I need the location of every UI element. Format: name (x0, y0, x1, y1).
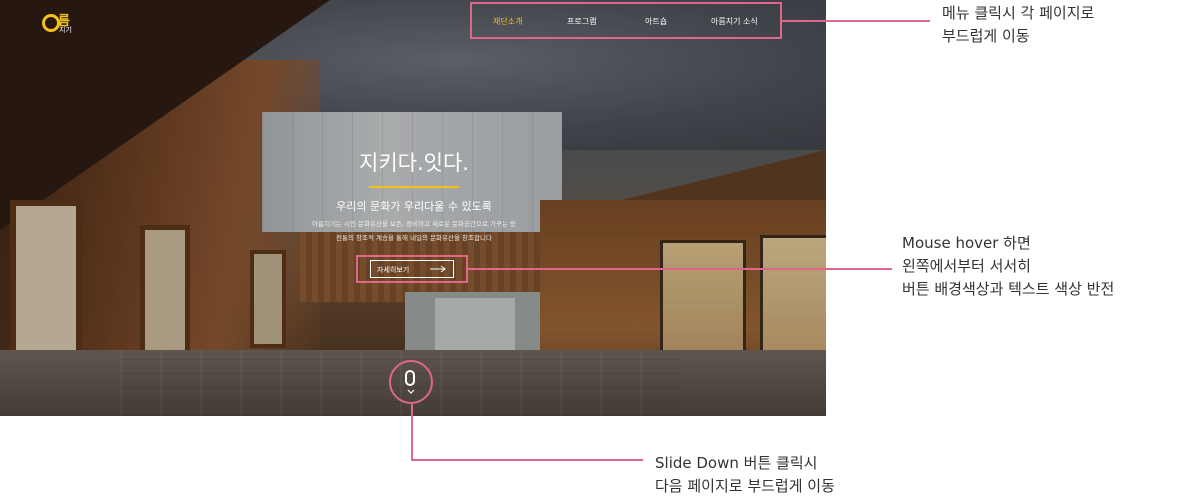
hero-section: 름 지기 재단소개 프로그램 아트숍 아름지기 소식 지키다.잇다. 우리의 문… (0, 0, 826, 416)
hover-connector (468, 268, 892, 270)
hero-desc-line2: 전통의 창조적 계승을 통해 내일의 문화유산을 창조합니다 (336, 234, 492, 242)
main-nav: 재단소개 프로그램 아트숍 아름지기 소식 (470, 2, 782, 39)
hover-annotation-line3: 버튼 배경색상과 텍스트 색상 반전 (902, 280, 1115, 298)
long-arrow-right-icon (430, 265, 446, 273)
nav-item-program[interactable]: 프로그램 (567, 16, 596, 27)
headline-divider (369, 186, 459, 188)
hero-desc-line1: 아름지기는 시인 문화유산을 보존, 정비하고 새로운 문화공간으로 가꾸는 등 (312, 220, 516, 228)
slide-connector-vertical (411, 404, 413, 460)
slide-annotation: Slide Down 버튼 클릭시 다음 페이지로 부드럽게 이동 (655, 452, 835, 498)
site-logo[interactable]: 름 지기 (42, 10, 74, 36)
more-button-label: 자세히보기 (377, 266, 410, 274)
menu-annotation-line1: 메뉴 클릭시 각 페이지로 (942, 4, 1095, 22)
nav-item-news[interactable]: 아름지기 소식 (711, 16, 758, 27)
hover-annotation-line2: 왼쪽에서부터 서서히 (902, 257, 1031, 275)
slide-down-button[interactable] (389, 360, 433, 404)
hero-headline: 지키다.잇다. (359, 151, 469, 175)
menu-annotation: 메뉴 클릭시 각 페이지로 부드럽게 이동 (942, 2, 1094, 48)
hero-subtitle: 우리의 문화가 우리다울 수 있도록 (336, 200, 492, 213)
hover-annotation: Mouse hover 하면 왼쪽에서부터 서서히 버튼 배경색상과 텍스트 색… (902, 232, 1114, 301)
slide-annotation-line1: Slide Down 버튼 클릭시 (655, 454, 818, 472)
hover-annotation-line1: Mouse hover 하면 (902, 234, 1031, 252)
menu-annotation-line2: 부드럽게 이동 (942, 27, 1030, 45)
more-button-highlight: 자세히보기 (356, 255, 468, 283)
more-button[interactable]: 자세히보기 (370, 260, 454, 278)
nav-item-artshop[interactable]: 아트숍 (645, 16, 667, 27)
slide-connector-horizontal (411, 459, 643, 461)
menu-connector (782, 20, 930, 22)
logo-sub-text: 지기 (59, 26, 72, 34)
slide-annotation-line2: 다음 페이지로 부드럽게 이동 (655, 477, 835, 495)
mouse-icon (405, 370, 415, 386)
chevron-down-icon (407, 389, 415, 394)
nav-item-foundation[interactable]: 재단소개 (493, 16, 522, 27)
